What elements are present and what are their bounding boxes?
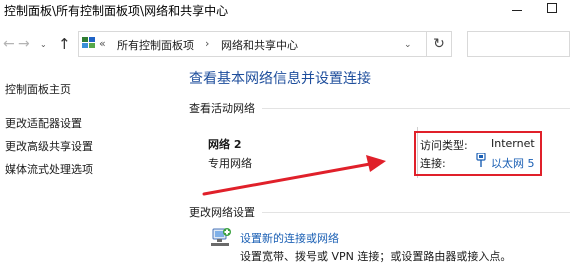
breadcrumb-separator[interactable]: › — [205, 37, 209, 50]
sidebar-item-sharing-settings[interactable]: 更改高级共享设置 — [5, 138, 93, 154]
up-button[interactable]: ↑ — [58, 35, 71, 53]
forward-button[interactable]: → — [18, 36, 30, 52]
setup-new-connection-link[interactable]: 设置新的连接或网络 — [240, 230, 339, 246]
control-panel-icon — [82, 37, 95, 48]
page-title: 查看基本网络信息并设置连接 — [189, 71, 371, 87]
network-setup-icon — [211, 228, 231, 246]
section-divider — [262, 212, 570, 213]
section-divider — [262, 108, 570, 109]
breadcrumb-network-center[interactable]: 网络和共享中心 — [221, 37, 298, 53]
breadcrumb-all-items[interactable]: 所有控制面板项 — [117, 37, 194, 53]
refresh-button[interactable]: ↻ — [426, 31, 452, 57]
sidebar-item-adapter-settings[interactable]: 更改适配器设置 — [5, 115, 82, 131]
recent-locations-chevron-icon[interactable]: ⌄ — [40, 40, 47, 49]
refresh-icon: ↻ — [433, 36, 445, 52]
breadcrumb-overflow[interactable]: « — [99, 37, 106, 50]
setup-description: 设置宽带、拨号或 VPN 连接；或设置路由器或接入点。 — [240, 250, 512, 263]
back-button[interactable]: ← — [3, 36, 15, 52]
maximize-button[interactable] — [547, 3, 557, 13]
search-input[interactable] — [467, 31, 570, 57]
sidebar-item-media-streaming[interactable]: 媒体流式处理选项 — [5, 161, 93, 177]
window-title: 控制面板\所有控制面板项\网络和共享中心 — [4, 4, 229, 18]
address-dropdown-icon[interactable]: ⌄ — [404, 40, 412, 50]
sidebar-item-home[interactable]: 控制面板主页 — [5, 81, 71, 97]
annotation-arrow — [202, 155, 386, 196]
annotation-highlight-box — [414, 131, 542, 176]
minimize-button[interactable] — [512, 10, 522, 11]
section-active-networks: 查看活动网络 — [189, 102, 255, 115]
section-change-settings: 更改网络设置 — [189, 206, 255, 219]
